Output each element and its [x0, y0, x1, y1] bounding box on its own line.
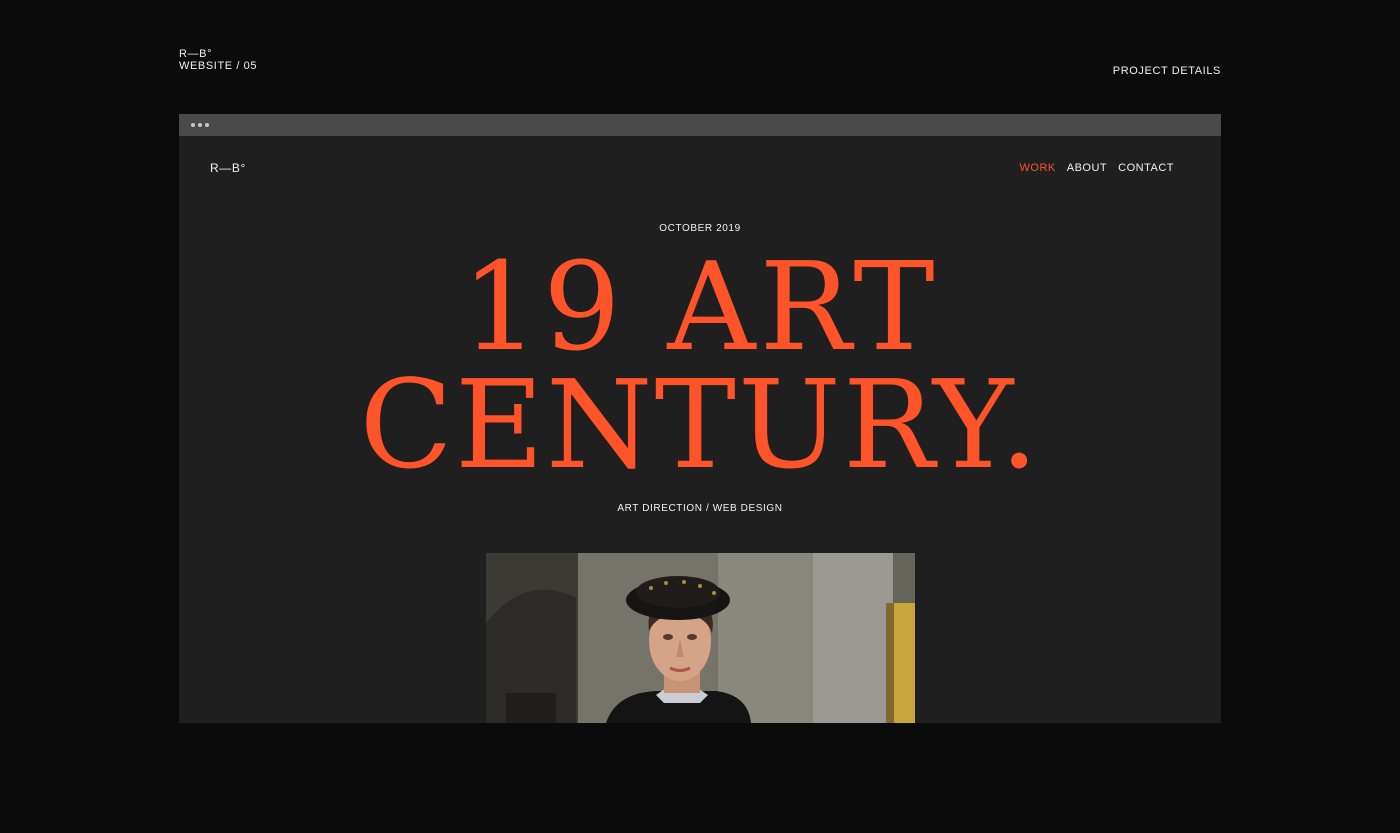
headline-line-1: 19 ART — [461, 236, 939, 378]
window-dot — [198, 123, 202, 127]
outer-brand: R—B° WEBSITE / 05 — [179, 48, 257, 72]
outer-brand-logo: R—B° — [179, 48, 213, 60]
project-details-link[interactable]: PROJECT DETAILS — [1113, 65, 1221, 77]
portrait-painting-image — [486, 553, 915, 723]
browser-mockup: R—B° WORK ABOUT CONTACT OCTOBER 2019 19 … — [179, 114, 1221, 723]
page: R—B° WEBSITE / 05 PROJECT DETAILS R—B° W… — [0, 0, 1400, 833]
website-viewport: R—B° WORK ABOUT CONTACT OCTOBER 2019 19 … — [179, 136, 1221, 723]
headline-line-2: CENTURY. — [359, 354, 1041, 496]
site-nav: WORK ABOUT CONTACT — [1020, 162, 1175, 174]
browser-toolbar — [179, 114, 1221, 136]
outer-brand-subtitle: WEBSITE / 05 — [179, 60, 258, 72]
portrait-painting-illustration — [486, 553, 915, 723]
nav-about[interactable]: ABOUT — [1067, 162, 1107, 174]
project-tagline: ART DIRECTION / WEB DESIGN — [617, 503, 783, 514]
nav-work[interactable]: WORK — [1020, 162, 1056, 174]
nav-contact[interactable]: CONTACT — [1118, 162, 1174, 174]
project-date: OCTOBER 2019 — [659, 223, 741, 234]
window-dot — [191, 123, 195, 127]
window-dot — [205, 123, 209, 127]
window-dots-icon — [191, 123, 209, 127]
hero-headline: 19 ART CENTURY. — [179, 236, 1221, 496]
site-logo[interactable]: R—B° — [210, 161, 246, 175]
